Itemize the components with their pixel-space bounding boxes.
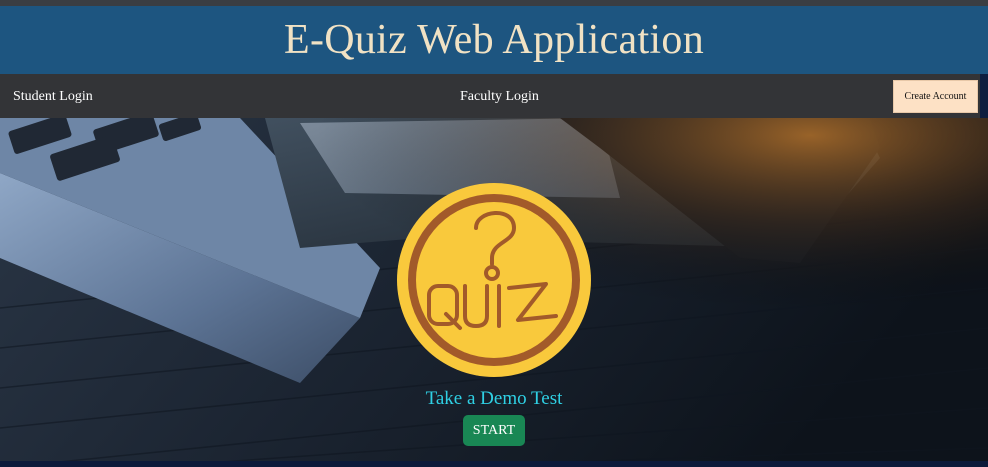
nav-edge (980, 74, 988, 118)
faculty-login-link[interactable]: Faculty Login (460, 74, 539, 118)
site-header: E-Quiz Web Application (0, 6, 988, 74)
hero-section: Take a Demo Test START (0, 118, 988, 467)
student-login-link[interactable]: Student Login (13, 74, 93, 118)
create-account-button[interactable]: Create Account (893, 80, 978, 113)
start-button[interactable]: START (463, 415, 525, 446)
page-title: E-Quiz Web Application (283, 17, 705, 63)
window-bottom-strip (0, 461, 988, 467)
navbar: Student Login Faculty Login Create Accou… (0, 74, 988, 118)
quiz-badge-icon (397, 183, 591, 377)
demo-test-text: Take a Demo Test (425, 388, 563, 409)
